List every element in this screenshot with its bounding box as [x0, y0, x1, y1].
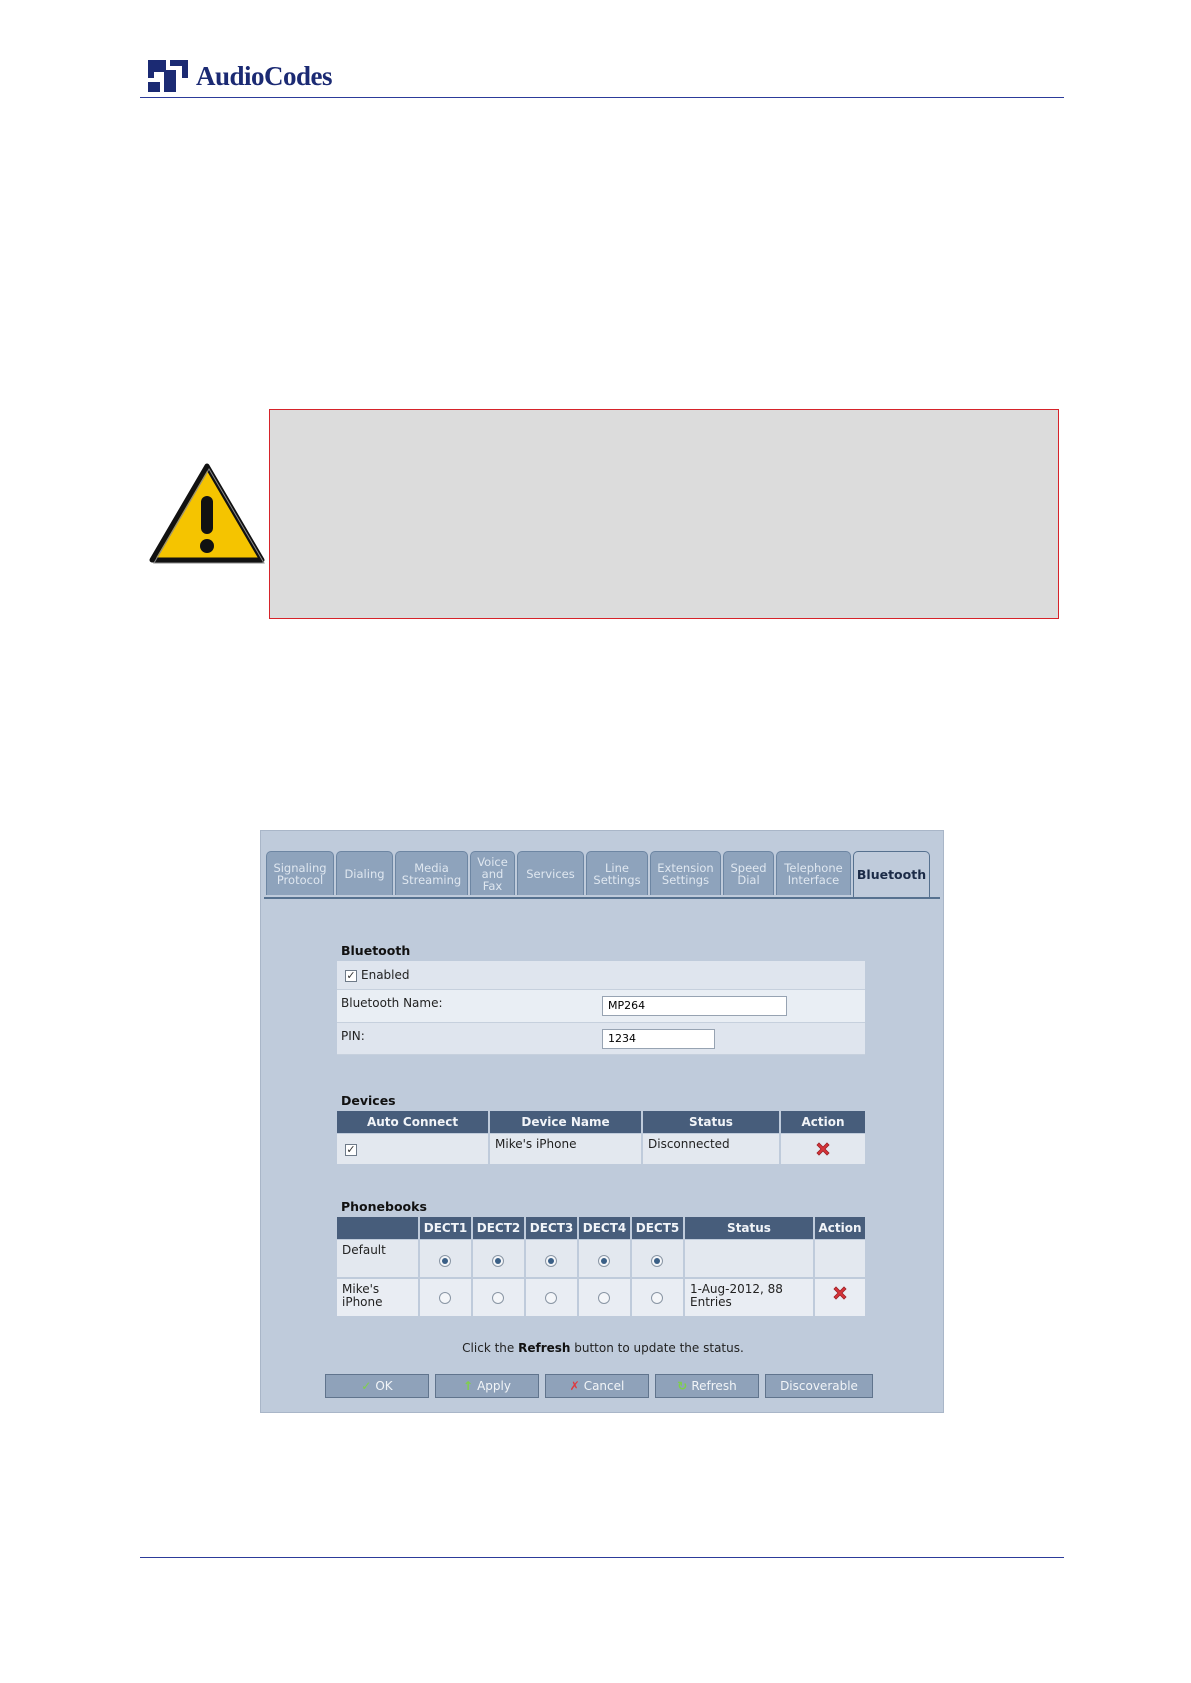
- footer-rule: [140, 1557, 1064, 1558]
- tab-line-settings[interactable]: Line Settings: [586, 851, 648, 895]
- audiocodes-logo: AudioCodes: [146, 56, 333, 96]
- bluetooth-name-row: Bluetooth Name: MP264: [337, 990, 865, 1023]
- dect4-radio[interactable]: [598, 1292, 610, 1304]
- ok-button-label: OK: [375, 1379, 393, 1393]
- phonebooks-header-dect2: DECT2: [473, 1217, 524, 1239]
- phonebook-dect-cell: [420, 1279, 471, 1316]
- devices-header-auto-connect: Auto Connect: [337, 1111, 488, 1133]
- tab-telephone-interface[interactable]: Telephone Interface: [776, 851, 851, 895]
- dect5-radio[interactable]: [651, 1255, 663, 1267]
- devices-section-title: Devices: [341, 1093, 396, 1108]
- x-icon: ✗: [569, 1379, 580, 1393]
- tab-services[interactable]: Services: [517, 851, 584, 895]
- enabled-row: ✓ Enabled: [337, 961, 865, 990]
- device-name-cell: Mike's iPhone: [490, 1134, 641, 1164]
- phonebook-status-cell: 1-Aug-2012, 88 Entries: [685, 1279, 813, 1316]
- pin-label: PIN:: [341, 1029, 365, 1043]
- tab-media-streaming[interactable]: Media Streaming: [395, 851, 468, 895]
- dect3-radio[interactable]: [545, 1255, 557, 1267]
- refresh-icon: ↻: [677, 1379, 688, 1393]
- bluetooth-section-title: Bluetooth: [341, 943, 411, 958]
- dect2-radio[interactable]: [492, 1255, 504, 1267]
- tab-speed-dial[interactable]: Speed Dial: [723, 851, 774, 895]
- phonebooks-header-dect3: DECT3: [526, 1217, 577, 1239]
- phonebook-dect-cell: [579, 1279, 630, 1316]
- cancel-button-label: Cancel: [583, 1379, 625, 1393]
- dect1-radio[interactable]: [439, 1292, 451, 1304]
- apply-button[interactable]: ↑ Apply: [435, 1374, 539, 1398]
- delete-phonebook-icon[interactable]: [831, 1284, 849, 1302]
- phonebook-dect-cell: [420, 1240, 471, 1277]
- dect2-radio[interactable]: [492, 1292, 504, 1304]
- header-rule: [140, 97, 1064, 98]
- phonebooks-header-dect1: DECT1: [420, 1217, 471, 1239]
- device-action-cell: [781, 1134, 865, 1164]
- phonebooks-header-name: [337, 1217, 418, 1239]
- tab-signaling-protocol[interactable]: Signaling Protocol: [266, 851, 334, 895]
- dect4-radio[interactable]: [598, 1255, 610, 1267]
- tab-bar: Signaling Protocol Dialing Media Streami…: [264, 851, 940, 899]
- phonebook-dect-cell: [632, 1279, 683, 1316]
- apply-button-label: Apply: [477, 1379, 511, 1393]
- phonebook-dect-cell: [526, 1240, 577, 1277]
- tab-bluetooth[interactable]: Bluetooth: [853, 851, 930, 897]
- warning-icon: [148, 462, 266, 570]
- phonebooks-section-title: Phonebooks: [341, 1199, 427, 1214]
- auto-connect-checkbox[interactable]: ✓: [345, 1144, 357, 1156]
- devices-header-action: Action: [781, 1111, 865, 1133]
- audiocodes-logo-icon: [148, 60, 188, 92]
- note-box: [269, 409, 1059, 619]
- phonebooks-header-action: Action: [815, 1217, 865, 1239]
- refresh-button[interactable]: ↻ Refresh: [655, 1374, 759, 1398]
- bluetooth-name-label: Bluetooth Name:: [341, 996, 443, 1010]
- device-auto-connect-cell: ✓: [337, 1134, 488, 1164]
- pin-input[interactable]: 1234: [602, 1029, 715, 1049]
- bluetooth-name-input[interactable]: MP264: [602, 996, 787, 1016]
- devices-header-status: Status: [643, 1111, 779, 1133]
- phonebook-name-cell: Mike's iPhone: [337, 1279, 418, 1316]
- apply-arrow-icon: ↑: [463, 1379, 474, 1393]
- web-interface-screenshot: Signaling Protocol Dialing Media Streami…: [260, 830, 944, 1413]
- hint-bold: Refresh: [518, 1341, 571, 1355]
- discoverable-button-label: Discoverable: [780, 1379, 858, 1393]
- hint-suffix: button to update the status.: [570, 1341, 744, 1355]
- phonebook-action-cell: [815, 1279, 865, 1316]
- enabled-label: Enabled: [361, 968, 410, 982]
- ok-button[interactable]: ✓ OK: [325, 1374, 429, 1398]
- dect1-radio[interactable]: [439, 1255, 451, 1267]
- phonebook-dect-cell: [473, 1240, 524, 1277]
- refresh-hint: Click the Refresh button to update the s…: [261, 1341, 945, 1355]
- tab-dialing[interactable]: Dialing: [336, 851, 393, 895]
- check-icon: ✓: [361, 1379, 372, 1393]
- phonebook-status-cell: [685, 1240, 813, 1277]
- phonebook-dect-cell: [632, 1240, 683, 1277]
- dect3-radio[interactable]: [545, 1292, 557, 1304]
- refresh-button-label: Refresh: [691, 1379, 737, 1393]
- cancel-button[interactable]: ✗ Cancel: [545, 1374, 649, 1398]
- device-status-cell: Disconnected: [643, 1134, 779, 1164]
- phonebook-name-cell: Default: [337, 1240, 418, 1277]
- enabled-checkbox[interactable]: ✓: [345, 970, 357, 982]
- tab-extension-settings[interactable]: Extension Settings: [650, 851, 721, 895]
- brand-name: AudioCodes: [196, 60, 333, 91]
- phonebook-dect-cell: [526, 1279, 577, 1316]
- delete-device-icon[interactable]: [814, 1140, 832, 1158]
- phonebooks-header-dect4: DECT4: [579, 1217, 630, 1239]
- hint-prefix: Click the: [462, 1341, 519, 1355]
- discoverable-button[interactable]: Discoverable: [765, 1374, 873, 1398]
- pin-row: PIN: 1234: [337, 1023, 865, 1055]
- phonebook-dect-cell: [579, 1240, 630, 1277]
- phonebooks-header-status: Status: [685, 1217, 813, 1239]
- phonebook-dect-cell: [473, 1279, 524, 1316]
- devices-header-device-name: Device Name: [490, 1111, 641, 1133]
- phonebooks-header-dect5: DECT5: [632, 1217, 683, 1239]
- phonebook-action-cell: [815, 1240, 865, 1277]
- tab-voice-and-fax[interactable]: Voice and Fax: [470, 851, 515, 895]
- dect5-radio[interactable]: [651, 1292, 663, 1304]
